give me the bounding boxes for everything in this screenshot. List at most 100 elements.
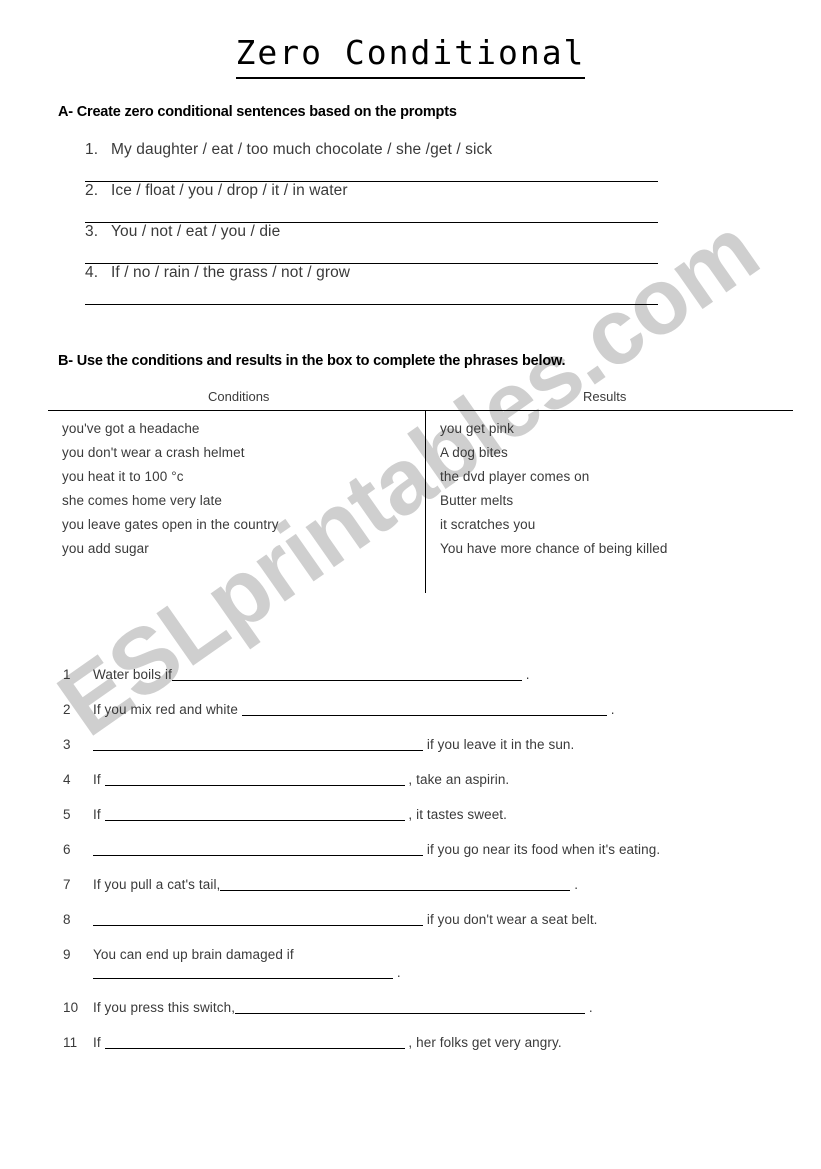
prompt-number-1: 1.: [85, 141, 99, 158]
prompt-text-3: 3. You / not / eat / you / die: [85, 223, 280, 241]
blank-line-7[interactable]: [220, 877, 571, 891]
blank-after-6: if you go near its food when it's eating…: [426, 842, 661, 857]
blank-number-5: 5: [63, 807, 71, 822]
blank-body-8: if you don't wear a seat belt.: [93, 911, 673, 929]
blank-before-4: If: [93, 772, 101, 787]
blank-before-10: If you press this switch,: [93, 1000, 236, 1015]
prompt-row: 1. My daughter / eat / too much chocolate…: [85, 141, 658, 182]
section-b-heading: B- Use the conditions and results in the…: [58, 353, 566, 369]
blank-line-5[interactable]: [104, 807, 405, 821]
page-title: Zero Conditional: [235, 33, 586, 79]
blank-number-8: 8: [63, 912, 71, 927]
blank-after-7: .: [574, 877, 579, 892]
blank-before-5: If: [93, 807, 101, 822]
blank-line-8[interactable]: [93, 912, 423, 926]
blank-line-4[interactable]: [104, 772, 405, 786]
prompt-row: 2. Ice / float / you / drop / it / in wat…: [85, 182, 658, 223]
blank-after-5: , it tastes sweet.: [408, 807, 508, 822]
result-item[interactable]: you get pink: [440, 421, 793, 437]
prompt-text-1: 1. My daughter / eat / too much chocolate…: [85, 141, 492, 159]
blank-before-11: If: [93, 1035, 101, 1050]
worksheet-page: Zero Conditional A- Create zero conditio…: [0, 0, 821, 1169]
section-a-heading: A- Create zero conditional sentences bas…: [58, 104, 457, 120]
word-box: you've got a headache you don't wear a c…: [48, 410, 793, 593]
blank-row: 6 if you go near its food when it's eati…: [63, 841, 673, 859]
blank-line-2[interactable]: [241, 702, 607, 716]
condition-item[interactable]: you've got a headache: [62, 421, 425, 437]
blank-number-2: 2: [63, 702, 71, 717]
blank-body-3: if you leave it in the sun.: [93, 736, 673, 754]
page-title-container: Zero Conditional: [0, 33, 821, 79]
blank-after-1: .: [525, 667, 530, 682]
word-box-column-labels: Conditions Results: [48, 389, 793, 407]
blank-body-10: If you press this switch, .: [93, 999, 673, 1017]
blank-row: 4 If , take an aspirin.: [63, 771, 673, 789]
blank-after-11: , her folks get very angry.: [408, 1035, 562, 1050]
blank-row: 7 If you pull a cat's tail, .: [63, 876, 673, 894]
blank-row: 3 if you leave it in the sun.: [63, 736, 673, 754]
blank-before-2: If you mix red and white: [93, 702, 238, 717]
blank-after-3: if you leave it in the sun.: [426, 737, 575, 752]
blank-number-6: 6: [63, 842, 71, 857]
result-item[interactable]: You have more chance of being killed: [440, 541, 793, 557]
blank-row: 10 If you press this switch, .: [63, 999, 673, 1017]
results-column-label: Results: [583, 389, 627, 404]
conditions-column: you've got a headache you don't wear a c…: [48, 411, 425, 593]
blank-body-4: If , take an aspirin.: [93, 771, 673, 789]
blank-row: 1 Water boils if .: [63, 666, 673, 684]
blank-after-10: .: [588, 1000, 593, 1015]
blank-line-11[interactable]: [104, 1035, 405, 1049]
conditions-column-label: Conditions: [208, 389, 270, 404]
prompt-label-1: My daughter / eat / too much chocolate /…: [111, 141, 493, 158]
prompt-label-4: If / no / rain / the grass / not / grow: [111, 264, 351, 281]
condition-item[interactable]: you heat it to 100 °c: [62, 469, 425, 485]
result-item[interactable]: it scratches you: [440, 517, 793, 533]
blank-after-8: if you don't wear a seat belt.: [426, 912, 598, 927]
answer-line-4[interactable]: [85, 304, 658, 305]
blank-body-5: If , it tastes sweet.: [93, 806, 673, 824]
blank-number-10: 10: [63, 1000, 79, 1015]
results-column: you get pink A dog bites the dvd player …: [425, 411, 793, 593]
result-item[interactable]: A dog bites: [440, 445, 793, 461]
blank-before-7: If you pull a cat's tail,: [93, 877, 221, 892]
prompt-number-2: 2.: [85, 182, 99, 199]
condition-item[interactable]: you leave gates open in the country: [62, 517, 425, 533]
blank-line-6[interactable]: [93, 842, 423, 856]
condition-item[interactable]: you don't wear a crash helmet: [62, 445, 425, 461]
result-item[interactable]: the dvd player comes on: [440, 469, 793, 485]
blank-row: 9 You can end up brain damaged if .: [63, 946, 673, 982]
blank-number-3: 3: [63, 737, 71, 752]
blank-line-3[interactable]: [93, 737, 423, 751]
prompt-label-2: Ice / float / you / drop / it / in water: [111, 182, 348, 199]
blank-row: 11 If , her folks get very angry.: [63, 1034, 673, 1052]
prompt-row: 4. If / no / rain / the grass / not / gro…: [85, 264, 658, 305]
blank-body-7: If you pull a cat's tail, .: [93, 876, 673, 894]
blank-number-1: 1: [63, 667, 71, 682]
blank-row: 5 If , it tastes sweet.: [63, 806, 673, 824]
blank-line-1[interactable]: [171, 667, 522, 681]
blank-before-1: Water boils if: [93, 667, 172, 682]
blank-number-11: 11: [63, 1035, 78, 1050]
blank-row: 8 if you don't wear a seat belt.: [63, 911, 673, 929]
result-item[interactable]: Butter melts: [440, 493, 793, 509]
blank-before-9: You can end up brain damaged if: [93, 947, 294, 962]
prompt-number-3: 3.: [85, 223, 99, 240]
prompt-label-3: You / not / eat / you / die: [111, 223, 281, 240]
blank-line-9[interactable]: [93, 965, 393, 979]
prompt-text-2: 2. Ice / float / you / drop / it / in wat…: [85, 182, 348, 200]
condition-item[interactable]: you add sugar: [62, 541, 425, 557]
blank-number-4: 4: [63, 772, 71, 787]
blank-body-11: If , her folks get very angry.: [93, 1034, 673, 1052]
blank-body-9: You can end up brain damaged if .: [93, 946, 673, 982]
condition-item[interactable]: she comes home very late: [62, 493, 425, 509]
blank-exercise-list: 1 Water boils if . 2 If you mix red and …: [63, 666, 673, 1069]
blank-after-9: .: [396, 965, 401, 980]
blank-body-6: if you go near its food when it's eating…: [93, 841, 673, 859]
blank-number-7: 7: [63, 877, 71, 892]
blank-number-9: 9: [63, 947, 71, 962]
blank-after-4: , take an aspirin.: [408, 772, 510, 787]
blank-line-10[interactable]: [235, 1000, 586, 1014]
prompt-text-4: 4. If / no / rain / the grass / not / gro…: [85, 264, 350, 282]
blank-after-2: .: [610, 702, 615, 717]
prompt-row: 3. You / not / eat / you / die: [85, 223, 658, 264]
